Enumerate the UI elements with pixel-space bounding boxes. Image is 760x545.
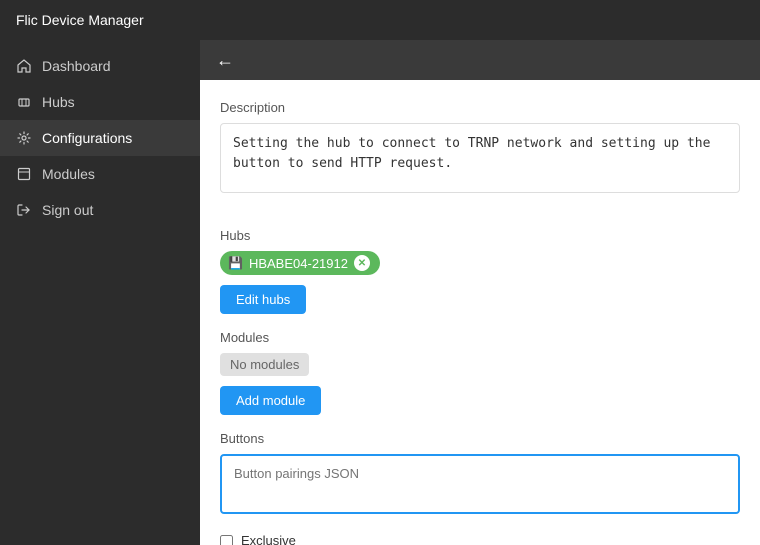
- hub-chip-remove-button[interactable]: ✕: [354, 255, 370, 271]
- sidebar-item-hubs[interactable]: Hubs: [0, 84, 200, 120]
- add-module-button[interactable]: Add module: [220, 386, 321, 415]
- no-modules-badge: No modules: [220, 353, 309, 376]
- sidebar-label-configurations: Configurations: [42, 130, 132, 146]
- home-icon: [16, 58, 32, 74]
- description-textarea[interactable]: Setting the hub to connect to TRNP netwo…: [220, 123, 740, 193]
- exclusive-text: Exclusive Checking this will remove all …: [241, 533, 646, 545]
- hubs-section: Hubs 💾 HBABE04-21912 ✕ Edit hubs: [220, 228, 740, 314]
- hub-icon: [16, 94, 32, 110]
- sidebar-item-dashboard[interactable]: Dashboard: [0, 48, 200, 84]
- exclusive-label: Exclusive: [241, 533, 646, 545]
- hubs-label: Hubs: [220, 228, 740, 243]
- app-title: Flic Device Manager: [16, 12, 144, 28]
- sidebar-label-dashboard: Dashboard: [42, 58, 111, 74]
- modules-section: Modules No modules Add module: [220, 330, 740, 415]
- exclusive-checkbox[interactable]: [220, 535, 233, 545]
- sidebar-label-modules: Modules: [42, 166, 95, 182]
- description-label: Description: [220, 100, 740, 115]
- buttons-textarea[interactable]: [220, 454, 740, 514]
- module-icon: [16, 166, 32, 182]
- sidebar-item-modules[interactable]: Modules: [0, 156, 200, 192]
- sidebar-item-signout[interactable]: Sign out: [0, 192, 200, 228]
- gear-icon: [16, 130, 32, 146]
- modules-label: Modules: [220, 330, 740, 345]
- signout-icon: [16, 202, 32, 218]
- edit-hubs-button[interactable]: Edit hubs: [220, 285, 306, 314]
- hub-chip-icon: 💾: [228, 256, 243, 270]
- sidebar-label-hubs: Hubs: [42, 94, 75, 110]
- exclusive-row: Exclusive Checking this will remove all …: [220, 533, 740, 545]
- content-header: ←: [200, 40, 760, 80]
- sidebar-item-configurations[interactable]: Configurations: [0, 120, 200, 156]
- hub-chip-label: HBABE04-21912: [249, 256, 348, 271]
- sidebar-label-signout: Sign out: [42, 202, 93, 218]
- buttons-section: Buttons: [220, 431, 740, 517]
- back-button[interactable]: ←: [216, 50, 234, 71]
- modules-row: No modules: [220, 353, 740, 376]
- app-header: Flic Device Manager: [0, 0, 760, 40]
- content-body: Description Setting the hub to connect t…: [200, 80, 760, 545]
- buttons-label: Buttons: [220, 431, 740, 446]
- hub-chip: 💾 HBABE04-21912 ✕: [220, 251, 380, 275]
- description-section: Description Setting the hub to connect t…: [220, 100, 740, 212]
- content-area: ← Description Setting the hub to connect…: [200, 40, 760, 545]
- hubs-row: 💾 HBABE04-21912 ✕: [220, 251, 740, 275]
- sidebar: Dashboard Hubs Configurations: [0, 40, 200, 545]
- main-layout: Dashboard Hubs Configurations: [0, 40, 760, 545]
